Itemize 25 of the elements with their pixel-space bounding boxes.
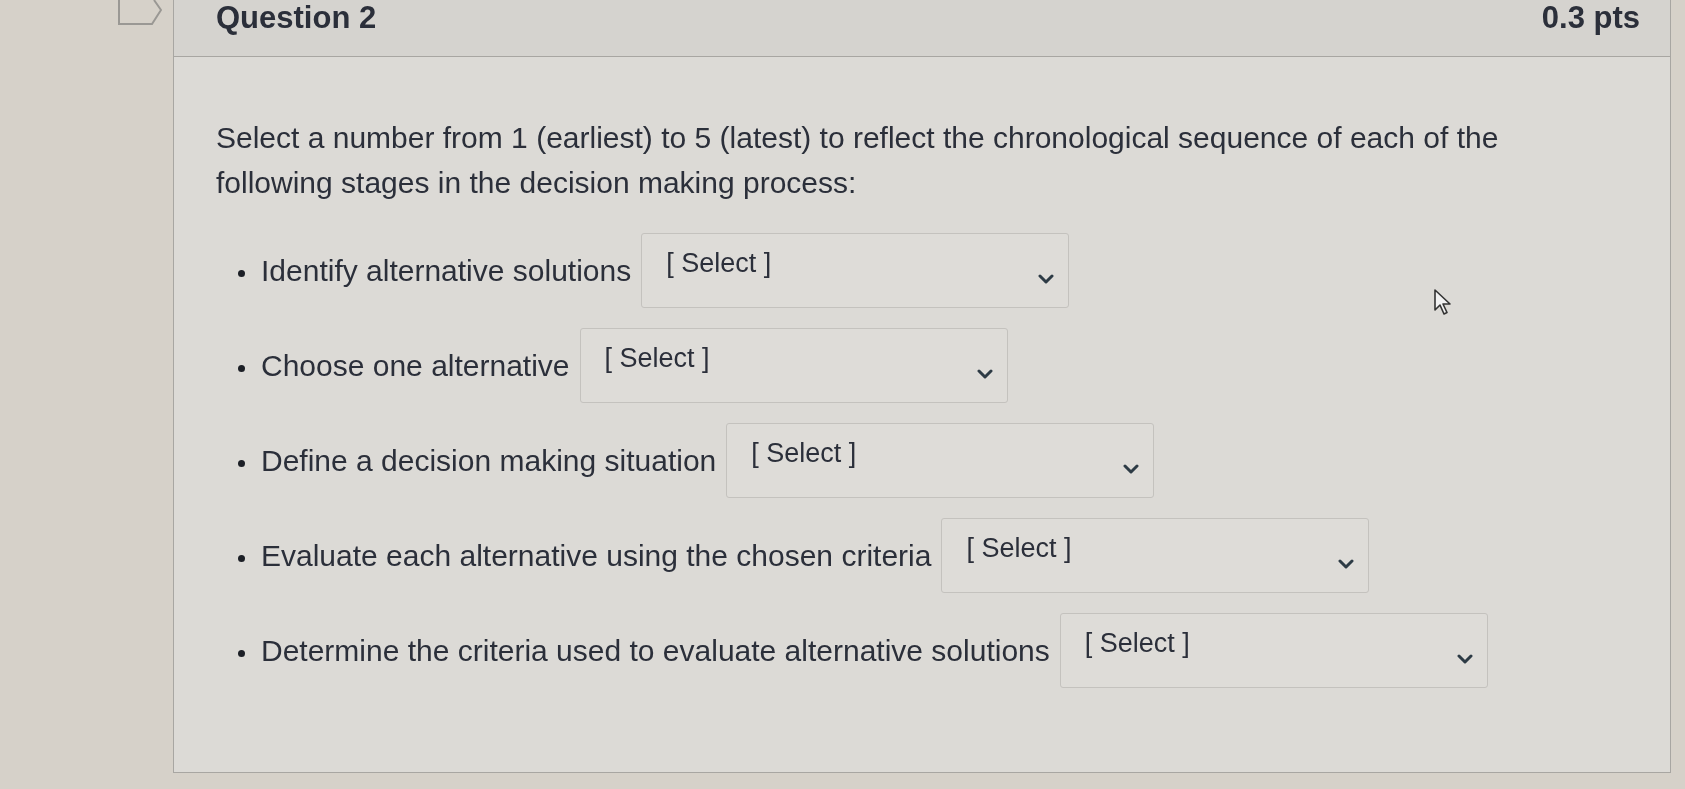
bullet-icon <box>238 650 245 657</box>
question-title: Question 2 <box>216 2 377 33</box>
item-label: Choose one alternative <box>261 348 570 384</box>
select-dropdown[interactable]: [ Select ] <box>579 328 1008 403</box>
bullet-icon <box>238 270 245 277</box>
item-label: Determine the criteria used to evaluate alternative solutions <box>261 633 1050 669</box>
chevron-down-icon <box>976 368 993 379</box>
bullet-icon <box>238 555 245 562</box>
select-dropdown[interactable]: [ Select ] <box>641 233 1070 308</box>
item-label: Identify alternative solutions <box>261 253 632 289</box>
question-prompt: Select a number from 1 (earliest) to 5 (latest) to reflect the chronological sequence of each of the following stages in the decision making process: <box>216 120 1500 201</box>
item-label: Define a decision making situation <box>261 443 717 479</box>
chevron-down-icon <box>1338 558 1355 569</box>
chevron-down-icon <box>1038 273 1055 284</box>
item-label: Evaluate each alternative using the chosen criteria <box>261 538 932 574</box>
select-dropdown[interactable]: [ Select ] <box>1059 613 1488 688</box>
mouse-pointer-icon <box>1433 288 1453 316</box>
bullet-icon <box>238 460 245 467</box>
bullet-icon <box>238 365 245 372</box>
chevron-down-icon <box>1456 653 1473 664</box>
select-dropdown[interactable]: [ Select ] <box>941 518 1370 593</box>
question-points: 0.3 pts <box>1541 2 1640 33</box>
flag-icon[interactable] <box>118 0 162 26</box>
chevron-down-icon <box>1123 463 1140 474</box>
select-dropdown[interactable]: [ Select ] <box>726 423 1155 498</box>
